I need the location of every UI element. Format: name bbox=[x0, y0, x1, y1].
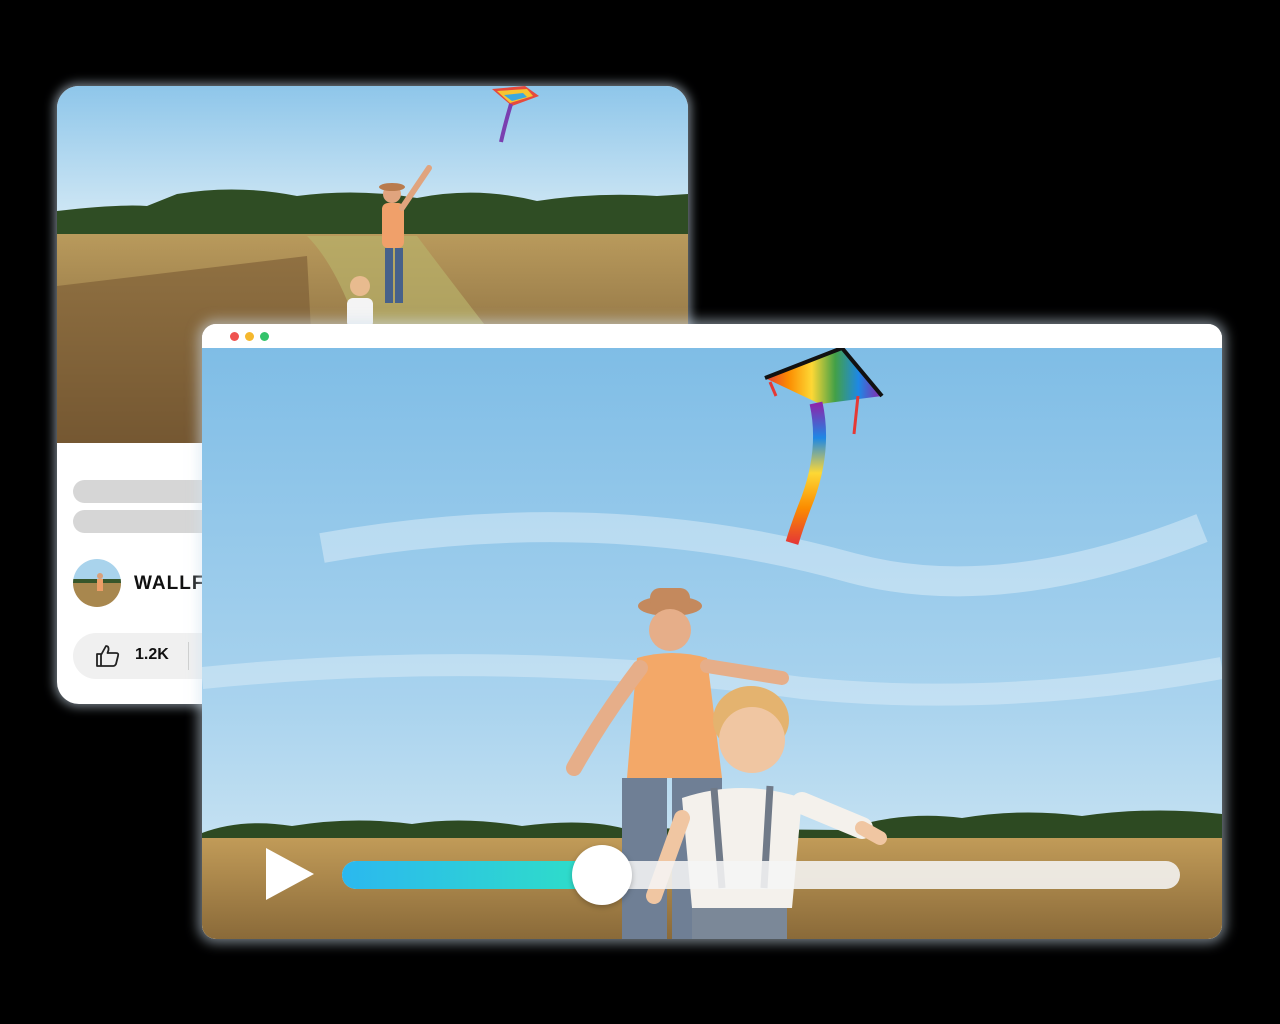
progress-track[interactable] bbox=[342, 845, 1180, 905]
channel-name[interactable]: WALLF bbox=[134, 573, 204, 595]
progress-fill bbox=[342, 861, 602, 889]
close-window-button[interactable] bbox=[230, 332, 239, 341]
avatar[interactable] bbox=[73, 559, 121, 607]
title-placeholder-line bbox=[73, 510, 223, 533]
thumbs-up-icon bbox=[96, 645, 120, 667]
video-player-window bbox=[202, 324, 1222, 939]
play-icon[interactable] bbox=[262, 844, 318, 904]
minimize-window-button[interactable] bbox=[245, 332, 254, 341]
title-placeholder-line bbox=[73, 480, 223, 503]
progress-scrubber-handle[interactable] bbox=[571, 845, 632, 905]
maximize-window-button[interactable] bbox=[260, 332, 269, 341]
window-title-bar bbox=[202, 324, 1222, 348]
divider bbox=[188, 642, 189, 670]
like-count: 1.2K bbox=[135, 646, 169, 663]
video-frame[interactable] bbox=[202, 348, 1222, 939]
